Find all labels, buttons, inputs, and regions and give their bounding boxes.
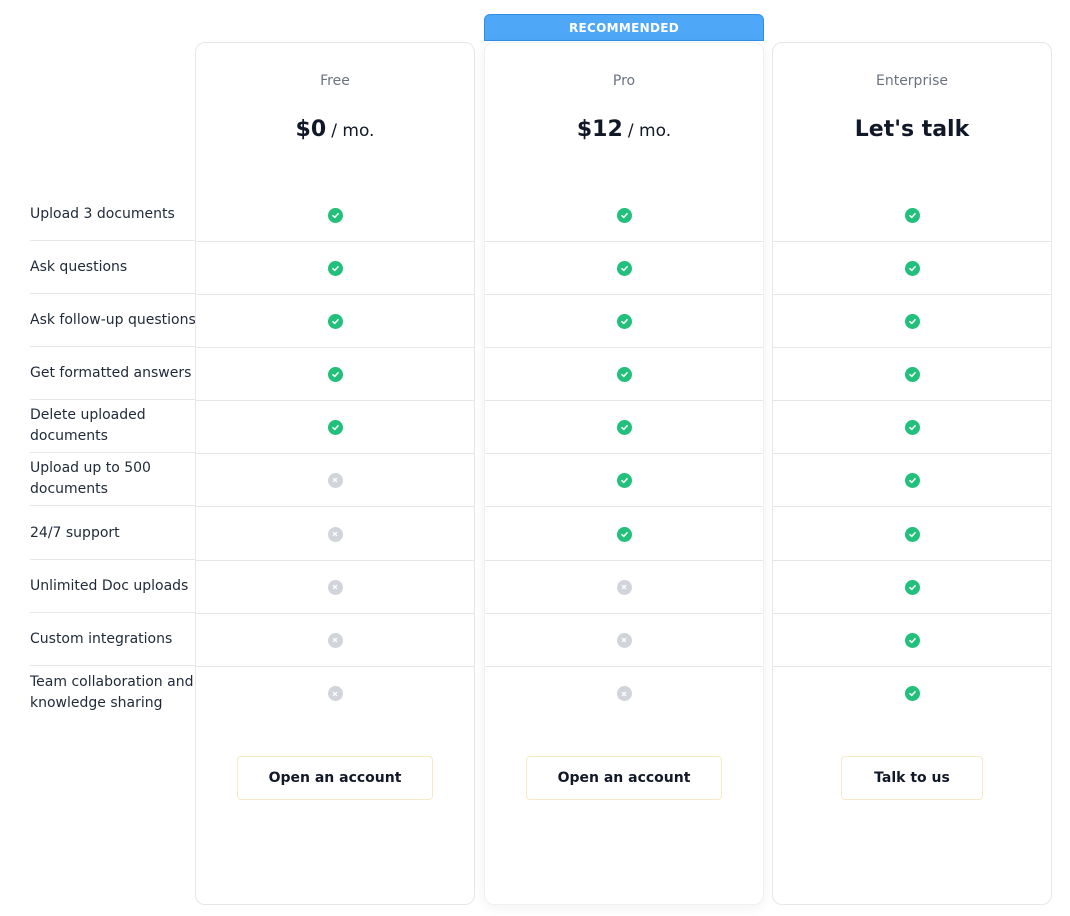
price-amount: $12 — [576, 117, 623, 142]
feature-cell — [773, 401, 1051, 454]
recommended-badge: RECOMMENDED — [484, 14, 764, 41]
feature-cell — [773, 454, 1051, 507]
check-circle-icon — [327, 260, 343, 276]
feature-cell — [196, 189, 474, 242]
check-circle-icon — [616, 472, 632, 488]
feature-label: Upload 3 documents — [30, 188, 200, 241]
open-account-button-pro[interactable]: Open an account — [526, 756, 722, 800]
x-circle-icon — [616, 579, 632, 595]
check-circle-icon — [616, 260, 632, 276]
feature-cell — [485, 667, 763, 720]
check-circle-icon — [904, 313, 920, 329]
feature-cell — [485, 189, 763, 242]
feature-cell — [196, 667, 474, 720]
feature-cell — [196, 561, 474, 614]
feature-label: Custom integrations — [30, 613, 200, 666]
check-circle-icon — [904, 207, 920, 223]
feature-cell — [485, 454, 763, 507]
check-circle-icon — [327, 366, 343, 382]
plan-card-pro: Pro $12 / mo. Open an account — [484, 42, 764, 905]
feature-label: Upload up to 500 documents — [30, 453, 200, 506]
check-circle-icon — [616, 366, 632, 382]
feature-cell — [196, 295, 474, 348]
plan-card-free: Free $0 / mo. Open an account — [195, 42, 475, 905]
check-circle-icon — [327, 419, 343, 435]
feature-cell — [773, 667, 1051, 720]
feature-cell — [196, 454, 474, 507]
x-circle-icon — [327, 526, 343, 542]
check-circle-icon — [904, 260, 920, 276]
feature-cell — [485, 295, 763, 348]
feature-label: Unlimited Doc uploads — [30, 560, 200, 613]
feature-cell — [485, 561, 763, 614]
feature-cell — [773, 561, 1051, 614]
feature-cell — [773, 348, 1051, 401]
feature-cell — [485, 348, 763, 401]
feature-cell — [773, 242, 1051, 295]
feature-cell — [196, 348, 474, 401]
plan-price: Let's talk — [773, 117, 1051, 142]
feature-cell — [773, 189, 1051, 242]
feature-label: Get formatted answers — [30, 347, 200, 400]
open-account-button-free[interactable]: Open an account — [237, 756, 433, 800]
feature-cell — [196, 508, 474, 561]
check-circle-icon — [616, 419, 632, 435]
x-circle-icon — [327, 632, 343, 648]
plan-card-enterprise: Enterprise Let's talk Talk to us — [772, 42, 1052, 905]
check-circle-icon — [327, 313, 343, 329]
check-circle-icon — [904, 366, 920, 382]
price-unit: / mo. — [627, 121, 672, 141]
x-circle-icon — [616, 632, 632, 648]
x-circle-icon — [327, 686, 343, 701]
plan-price: $12 / mo. — [485, 117, 763, 142]
feature-cell — [485, 401, 763, 454]
check-circle-icon — [904, 526, 920, 542]
check-circle-icon — [616, 313, 632, 329]
feature-cell — [773, 614, 1051, 667]
check-circle-icon — [904, 579, 920, 595]
plan-name: Pro — [612, 73, 636, 89]
feature-label: Delete uploaded documents — [30, 400, 200, 453]
x-circle-icon — [327, 472, 343, 488]
feature-cell — [773, 508, 1051, 561]
feature-label: 24/7 support — [30, 507, 200, 560]
feature-label: Team collaboration and knowledge sharing — [30, 673, 194, 711]
check-circle-icon — [904, 419, 920, 435]
plan-name: Enterprise — [875, 73, 949, 89]
feature-cell — [196, 242, 474, 295]
feature-cell — [196, 614, 474, 667]
price-unit: / mo. — [331, 121, 375, 141]
feature-cell — [485, 508, 763, 561]
feature-label: Ask follow-up questions — [30, 294, 200, 347]
feature-cell — [485, 242, 763, 295]
feature-label: Ask questions — [30, 241, 200, 294]
check-circle-icon — [904, 632, 920, 648]
x-circle-icon — [327, 579, 343, 595]
plan-price: $0 / mo. — [196, 117, 474, 142]
feature-cell — [196, 401, 474, 454]
price-text: Let's talk — [854, 117, 970, 142]
feature-cell — [485, 614, 763, 667]
talk-to-us-button[interactable]: Talk to us — [841, 756, 983, 800]
price-amount: $0 — [295, 117, 327, 142]
check-circle-icon — [327, 207, 343, 223]
check-circle-icon — [616, 526, 632, 542]
feature-cell — [773, 295, 1051, 348]
check-circle-icon — [616, 207, 632, 223]
x-circle-icon — [616, 686, 632, 701]
check-circle-icon — [904, 686, 920, 701]
check-circle-icon — [904, 472, 920, 488]
plan-name: Free — [320, 73, 350, 89]
